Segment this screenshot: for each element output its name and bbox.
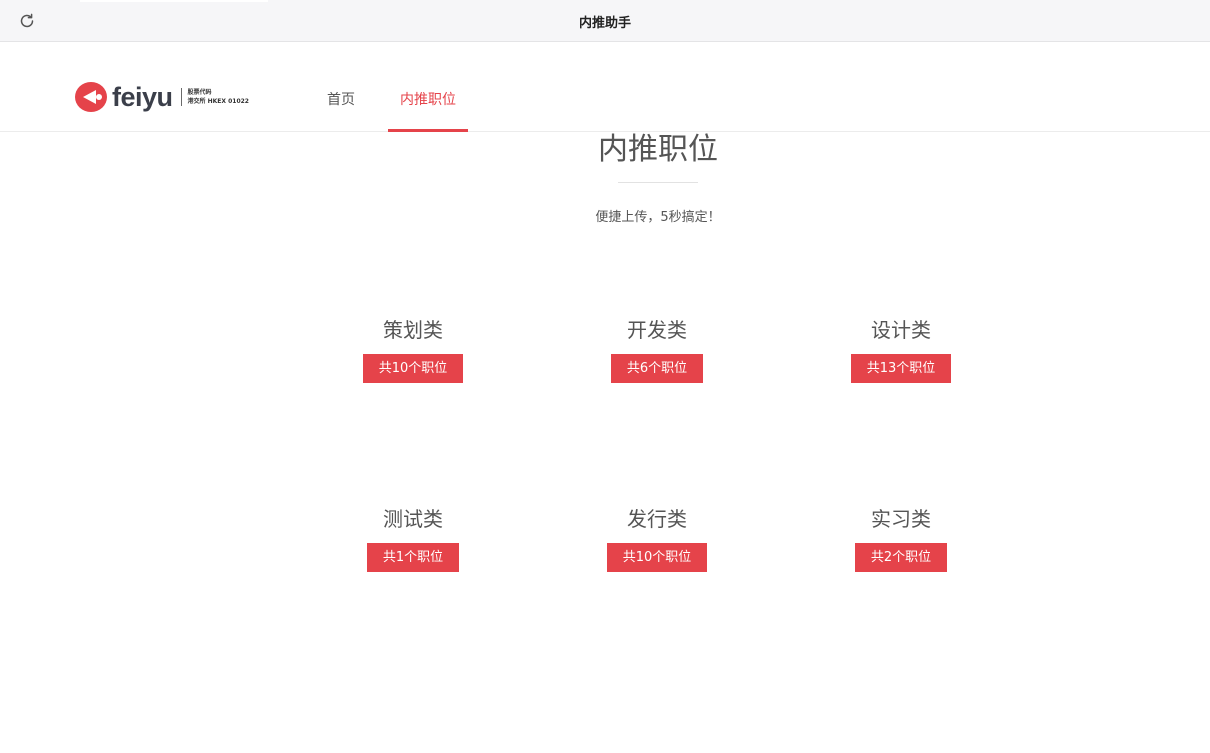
app-title: 内推助手	[578, 16, 631, 31]
category-name: 设计类	[871, 318, 931, 342]
category-count-button[interactable]: 共10个职位	[606, 543, 708, 572]
category-name: 策划类	[383, 318, 443, 342]
category-planning[interactable]: 策划类 共10个职位	[313, 314, 513, 383]
nav-home[interactable]: 首页	[327, 89, 355, 109]
category-internship[interactable]: 实习类 共2个职位	[801, 503, 1001, 572]
logo-word: feiyu	[112, 81, 173, 112]
category-count-button[interactable]: 共6个职位	[610, 354, 704, 383]
category-name: 开发类	[627, 318, 687, 342]
category-name: 发行类	[627, 507, 687, 531]
category-count-button[interactable]: 共2个职位	[854, 543, 948, 572]
title-divider	[618, 182, 698, 183]
category-count-button[interactable]: 共13个职位	[850, 354, 952, 383]
tab-indicator	[80, 0, 268, 2]
category-design[interactable]: 设计类 共13个职位	[801, 314, 1001, 383]
app-bar: 内推助手	[0, 0, 1210, 42]
feiyu-logo[interactable]: feiyu 股票代码 港交所 HKEX 01022	[74, 80, 249, 114]
category-development[interactable]: 开发类 共6个职位	[557, 314, 757, 383]
category-count-button[interactable]: 共10个职位	[362, 354, 464, 383]
logo-divider	[180, 88, 182, 106]
stock-code-line1: 股票代码	[187, 89, 212, 96]
category-publishing[interactable]: 发行类 共10个职位	[557, 503, 757, 572]
category-name: 实习类	[871, 507, 931, 531]
stock-code-line2: 港交所 HKEX 01022	[187, 98, 249, 105]
category-testing[interactable]: 测试类 共1个职位	[313, 503, 513, 572]
site-header: feiyu 股票代码 港交所 HKEX 01022 首页 内推职位	[0, 42, 1210, 132]
stock-code: 股票代码 港交所 HKEX 01022	[188, 88, 249, 106]
feiyu-fish-icon	[75, 82, 107, 112]
category-count-button[interactable]: 共1个职位	[366, 543, 460, 572]
page-title: 内推职位	[598, 132, 718, 167]
nav-jobs-label: 内推职位	[400, 92, 456, 108]
page-subtitle: 便捷上传，5秒搞定！	[595, 210, 721, 225]
category-name: 测试类	[383, 507, 443, 531]
